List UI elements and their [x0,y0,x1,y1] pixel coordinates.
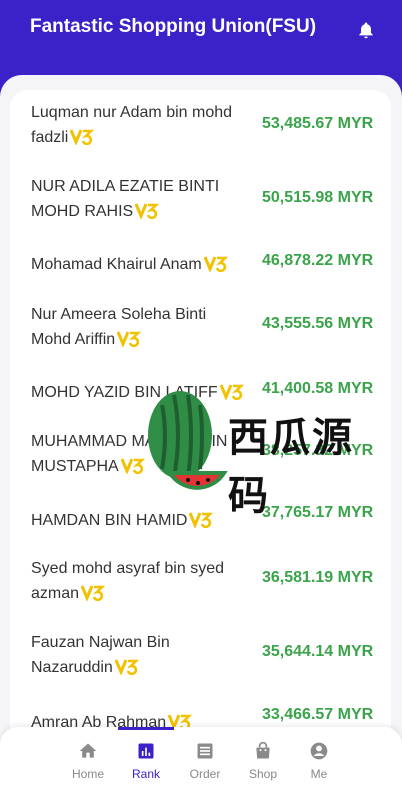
member-amount: 43,555.56 MYR [262,315,374,332]
v3-badge-icon [135,203,160,219]
tab-label: Shop [248,767,278,781]
list-item[interactable]: MUHAMMAD MAZLAN BIN MUSTAPHA 38,257.32 M… [10,429,391,499]
member-amount: 37,765.17 MYR [262,504,374,521]
tab-label: Rank [131,767,160,781]
tab-shop[interactable]: Shop [235,727,291,787]
member-amount: 46,878.22 MYR [262,252,374,269]
ranking-list: Luqman nur Adam bin mohd fadzli 53,485.6… [10,90,391,787]
v3-badge-icon [81,585,106,601]
v3-badge-icon [189,512,214,528]
tab-label: Me [310,767,328,781]
me-icon [310,742,328,760]
list-item[interactable]: Fauzan Najwan Bin Nazaruddin 35,644.14 M… [10,630,391,700]
tab-label: Home [71,767,104,781]
list-item[interactable]: MOHD YAZID BIN LATIFF 41,400.58 MYR [10,380,391,420]
member-amount: 33,466.57 MYR [262,706,374,723]
bottom-tab-bar: Home Rank Order Shop Me [0,727,402,787]
shop-icon [256,741,270,759]
list-item[interactable]: NUR ADILA EZATIE BINTI MOHD RAHIS 50,515… [10,174,391,244]
member-name: Syed mohd asyraf bin syed azman [31,560,224,602]
tab-order[interactable]: Order [177,727,233,787]
list-item[interactable]: Nur Ameera Soleha Binti Mohd Ariffin 43,… [10,302,391,372]
app-header: Fantastic Shopping Union(FSU) [0,0,402,60]
v3-badge-icon [117,331,142,347]
list-item[interactable]: Mohamad Khairul Anam 46,878.22 MYR [10,252,391,292]
v3-badge-icon [114,659,139,675]
member-name: NUR ADILA EZATIE BINTI MOHD RAHIS [31,178,220,220]
member-name: MUHAMMAD MAZLAN BIN MUSTAPHA [31,433,228,475]
member-amount: 36,581.19 MYR [262,569,374,586]
app-title: Fantastic Shopping Union(FSU) [30,16,317,37]
tab-label: Order [189,767,221,781]
member-amount: 38,257.32 MYR [262,442,374,459]
member-amount: 50,515.98 MYR [262,189,374,206]
member-name: Luqman nur Adam bin mohd fadzli [31,104,233,146]
member-name: MOHD YAZID BIN LATIFF [31,380,271,405]
member-name: Mohamad Khairul Anam [31,252,271,277]
list-item[interactable]: HAMDAN BIN HAMID 37,765.17 MYR [10,504,391,548]
member-amount: 53,485.67 MYR [262,115,374,132]
list-item[interactable]: Syed mohd asyraf bin syed azman 36,581.1… [10,556,391,626]
home-icon [79,743,97,758]
tab-me[interactable]: Me [291,727,347,787]
member-name: HAMDAN BIN HAMID [31,508,271,533]
bell-icon[interactable] [356,20,376,40]
rank-icon [138,743,154,759]
member-name: Fauzan Najwan Bin Nazaruddin [31,634,170,676]
member-name: Nur Ameera Soleha Binti Mohd Ariffin [31,306,207,348]
member-amount: 35,644.14 MYR [262,643,374,660]
member-amount: 41,400.58 MYR [262,380,374,397]
v3-badge-icon [120,458,145,474]
tab-home[interactable]: Home [60,727,116,787]
v3-badge-icon [219,384,244,400]
v3-badge-icon [203,256,228,272]
order-icon [197,743,213,759]
v3-badge-icon [70,129,95,145]
tab-rank[interactable]: Rank [118,727,174,787]
list-item[interactable]: Luqman nur Adam bin mohd fadzli 53,485.6… [10,100,391,170]
